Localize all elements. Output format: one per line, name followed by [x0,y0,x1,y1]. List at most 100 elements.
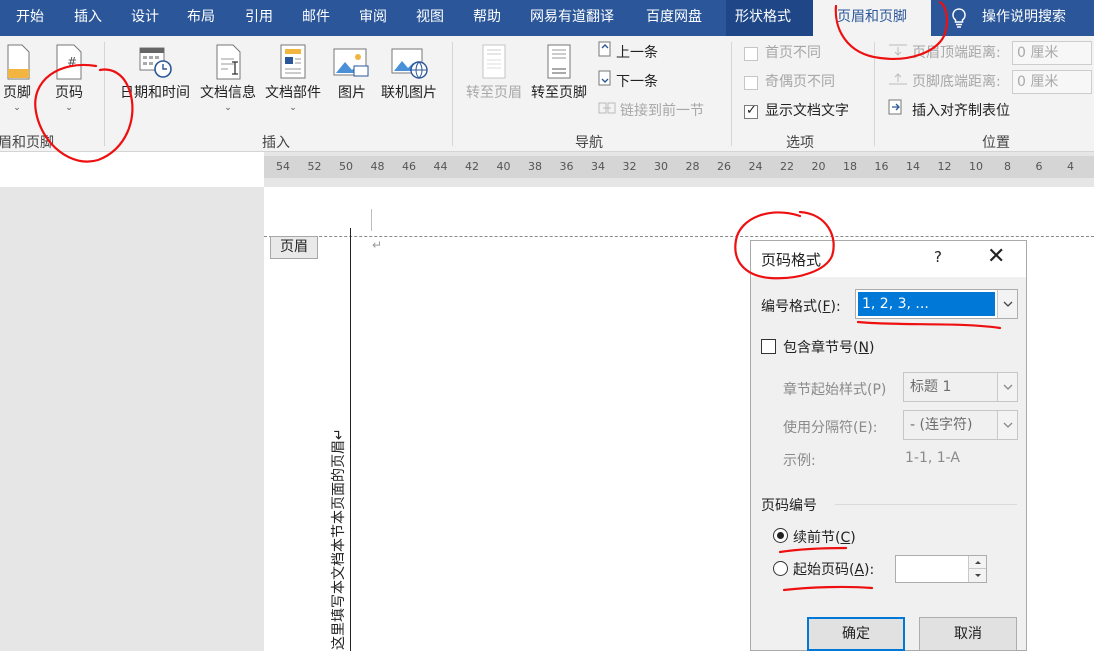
tab-baidu-netdisk[interactable]: 百度网盘 [646,0,702,36]
tab-design[interactable]: 设计 [131,0,159,36]
header-vertical-line [350,228,351,651]
alignment-tab-icon [888,99,912,123]
cancel-button[interactable]: 取消 [919,617,1017,651]
insert-alignment-tab-button[interactable]: 插入对齐制表位 [888,99,1010,123]
page-number-label: 页码 [55,85,83,101]
group-label-position: 位置 [982,135,1010,151]
header-top-distance-field[interactable]: 0 厘米 [1012,41,1092,65]
include-chapter-checkbox[interactable] [761,339,776,354]
next-icon [598,70,616,94]
date-time-label: 日期和时间 [120,85,190,101]
tab-review[interactable]: 审阅 [359,0,387,36]
spin-down-icon[interactable] [968,569,986,582]
goto-header-button[interactable]: 转至页眉 [462,44,526,102]
dialog-title: 页码格式 [761,251,822,269]
horizontal-ruler[interactable]: 54 52 50 48 46 44 42 40 38 36 34 32 30 28 26 24 22 20 18 16… [264,156,1094,178]
doc-info-button[interactable]: 文档信息 ⌄ [196,44,260,113]
number-format-select[interactable]: 1, 2, 3, ... [855,289,1018,319]
previous-label: 上一条 [616,45,658,61]
ruler-tick: 46 [402,160,416,173]
separator-select[interactable]: - (连字符) [903,410,1018,440]
online-picture-label: 联机图片 [381,85,437,101]
chapter-style-select[interactable]: 标题 1 [903,372,1018,402]
chapter-style-value: 标题 1 [910,379,952,395]
previous-section-button[interactable]: 上一条 [598,41,658,65]
ruler-tick: 30 [654,160,668,173]
tab-insert[interactable]: 插入 [74,0,102,36]
ruler-tick: 32 [622,160,637,173]
page-number-icon: # [56,44,82,80]
start-at-spinner[interactable] [895,555,987,583]
ruler-tick: 36 [559,160,574,173]
document-info-icon [216,44,241,80]
tab-help[interactable]: 帮助 [473,0,501,36]
section-divider [835,504,1017,505]
goto-footer-button[interactable]: 转至页脚 [527,44,591,102]
tab-home[interactable]: 开始 [16,0,44,36]
tab-header-footer[interactable]: 页眉和页脚 [813,0,931,36]
group-separator [731,42,732,146]
tab-mailings[interactable]: 邮件 [302,0,330,36]
goto-footer-label: 转至页脚 [531,85,587,101]
tab-shape-format[interactable]: 形状格式 [726,0,813,36]
header-boundary-line [264,236,1094,237]
group-label-navigation: 导航 [575,135,603,151]
ruler-tick: 44 [433,160,448,173]
tab-references[interactable]: 引用 [245,0,273,36]
tab-layout[interactable]: 布局 [187,0,215,36]
tell-me-search[interactable]: 操作说明搜索 [982,0,1066,36]
previous-icon [598,41,616,65]
group-separator [452,42,453,146]
footer-distance-icon [888,70,912,94]
page-number-button[interactable]: # 页码 ⌄ [48,44,90,113]
footer-label: 页脚 [3,85,31,101]
online-picture-button[interactable]: 联机图片 [378,44,440,102]
quick-parts-icon [280,44,306,79]
quick-parts-label: 文档部件 [265,85,321,101]
footer-bottom-distance-label: 页脚底端距离: [888,70,1001,94]
help-icon[interactable]: ? [934,248,942,266]
first-page-different-checkbox[interactable] [744,47,758,61]
close-icon[interactable]: ✕ [987,245,1005,269]
header-tag: 页眉 [270,236,318,259]
link-to-previous-button[interactable]: 链接到前一节 [598,99,704,123]
ruler-tick: 8 [1004,160,1011,173]
online-picture-icon [391,48,428,79]
continue-from-previous-radio[interactable] [773,528,788,543]
ruler-tick: 34 [591,160,605,173]
odd-even-different-checkbox[interactable] [744,76,758,90]
next-label: 下一条 [616,74,658,90]
chevron-down-icon: ⌄ [289,103,297,113]
ruler-tick: 10 [969,160,983,173]
date-time-button[interactable]: 日期和时间 [116,44,194,102]
lightbulb-icon [952,8,966,28]
next-section-button[interactable]: 下一条 [598,70,658,94]
picture-icon [333,48,369,77]
ruler-tick: 6 [1035,160,1043,173]
footer-bottom-distance-field[interactable]: 0 厘米 [1012,70,1092,94]
separator-label: 使用分隔符(E): [783,420,878,436]
continue-from-previous-label: 续前节(C) [793,530,856,546]
ruler-tick: 22 [780,160,794,173]
chapter-style-label: 章节起始样式(P) [783,382,887,398]
ruler-tick: 42 [465,160,479,173]
picture-button[interactable]: 图片 [331,44,373,102]
example-value: 1-1, 1-A [905,450,960,466]
footer-button[interactable]: 页脚 ⌄ [0,44,38,113]
header-top-distance-label: 页眉顶端距离: [888,41,1001,65]
start-at-radio[interactable] [773,561,788,576]
tab-view[interactable]: 视图 [416,0,444,36]
ruler-tick: 54 [276,160,290,173]
number-format-label: 编号格式(F): [761,299,841,315]
spin-up-icon[interactable] [968,556,986,569]
chevron-down-icon: ⌄ [65,103,73,113]
ruler-tick: 26 [717,160,731,173]
odd-even-different-label: 奇偶页不同 [765,74,835,90]
vertical-header-text[interactable]: 这里填写本文档本节本页面的页眉↵ [328,428,348,650]
quick-parts-button[interactable]: 文档部件 ⌄ [261,44,325,113]
show-document-text-checkbox[interactable] [744,103,758,119]
ok-button[interactable]: 确定 [807,617,905,651]
ruler-tick: 14 [906,160,920,173]
tab-youdao-translate[interactable]: 网易有道翻译 [530,0,614,36]
ruler-tick: 28 [685,160,700,173]
